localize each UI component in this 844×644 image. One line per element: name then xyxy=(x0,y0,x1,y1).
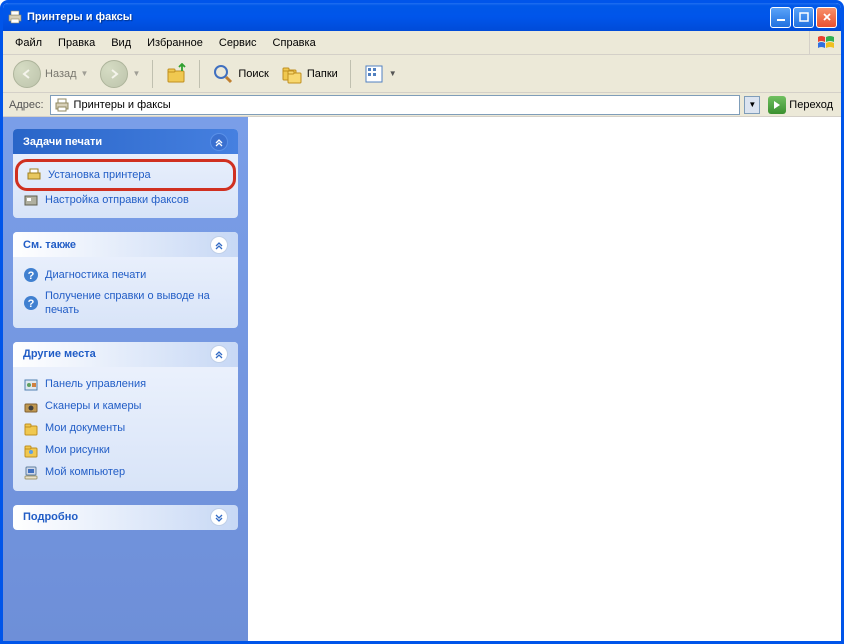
forward-arrow-icon xyxy=(100,60,128,88)
my-pictures-link[interactable]: Мои рисунки xyxy=(23,443,228,459)
toolbar: Назад ▼ ▼ Поиск Папки ▼ xyxy=(3,55,841,93)
chevron-down-icon: ▼ xyxy=(81,69,89,78)
back-button[interactable]: Назад ▼ xyxy=(9,58,92,90)
forward-button[interactable]: ▼ xyxy=(96,58,144,90)
pictures-icon xyxy=(23,443,39,459)
link-label: Сканеры и камеры xyxy=(45,399,141,413)
window-title: Принтеры и факсы xyxy=(27,11,770,23)
tasks-sidepanel: Задачи печати Установка принтера Настрой… xyxy=(3,117,248,641)
collapse-icon xyxy=(210,133,228,151)
link-label: Настройка отправки факсов xyxy=(45,193,189,207)
expand-icon xyxy=(210,508,228,526)
printer-icon xyxy=(54,97,70,113)
fax-setup-link[interactable]: Настройка отправки факсов xyxy=(23,192,228,208)
content-area: Задачи печати Установка принтера Настрой… xyxy=(3,117,841,641)
print-tasks-header[interactable]: Задачи печати xyxy=(13,129,238,154)
address-dropdown-button[interactable]: ▼ xyxy=(744,96,760,114)
address-text: Принтеры и факсы xyxy=(74,99,737,111)
search-icon xyxy=(212,63,234,85)
printer-add-icon xyxy=(26,167,42,183)
go-button[interactable]: Переход xyxy=(764,95,837,115)
menu-edit[interactable]: Правка xyxy=(50,34,103,52)
chevron-down-icon: ▼ xyxy=(132,69,140,78)
window-buttons xyxy=(770,7,837,28)
add-printer-link[interactable]: Установка принтера xyxy=(15,159,236,191)
link-label: Диагностика печати xyxy=(45,268,146,282)
maximize-button[interactable] xyxy=(793,7,814,28)
menu-file[interactable]: Файл xyxy=(7,34,50,52)
addressbar: Адрес: Принтеры и факсы ▼ Переход xyxy=(3,93,841,117)
folder-icon xyxy=(23,421,39,437)
chevron-down-icon: ▼ xyxy=(389,69,397,78)
computer-icon xyxy=(23,465,39,481)
menubar: Файл Правка Вид Избранное Сервис Справка xyxy=(3,31,841,55)
see-also-header[interactable]: См. также xyxy=(13,232,238,257)
close-button[interactable] xyxy=(816,7,837,28)
folders-icon xyxy=(281,63,303,85)
menu-help[interactable]: Справка xyxy=(265,34,324,52)
search-button[interactable]: Поиск xyxy=(208,61,272,87)
panel-body: Панель управления Сканеры и камеры Мои д… xyxy=(13,367,238,491)
go-label: Переход xyxy=(789,99,833,111)
link-label: Панель управления xyxy=(45,377,146,391)
panel-body: Установка принтера Настройка отправки фа… xyxy=(13,154,238,218)
folders-label: Папки xyxy=(307,68,338,80)
views-button[interactable]: ▼ xyxy=(359,61,401,87)
titlebar[interactable]: Принтеры и факсы xyxy=(3,3,841,31)
link-label: Установка принтера xyxy=(48,168,151,182)
menu-tools[interactable]: Сервис xyxy=(211,34,265,52)
main-content-area[interactable] xyxy=(248,117,841,641)
link-label: Мои рисунки xyxy=(45,443,110,457)
troubleshoot-link[interactable]: ? Диагностика печати xyxy=(23,267,228,283)
folder-up-icon xyxy=(165,63,187,85)
up-button[interactable] xyxy=(161,61,191,87)
windows-logo-icon xyxy=(809,31,841,55)
address-input[interactable]: Принтеры и факсы xyxy=(50,95,741,115)
svg-text:?: ? xyxy=(28,298,35,310)
see-also-panel: См. также ? Диагностика печати ? Получен… xyxy=(13,232,238,328)
panel-title: Подробно xyxy=(23,511,210,523)
get-help-link[interactable]: ? Получение справки о выводе на печать xyxy=(23,289,228,318)
menu-favorites[interactable]: Избранное xyxy=(139,34,211,52)
svg-text:?: ? xyxy=(28,270,35,282)
collapse-icon xyxy=(210,236,228,254)
print-tasks-panel: Задачи печати Установка принтера Настрой… xyxy=(13,129,238,218)
scanners-cameras-link[interactable]: Сканеры и камеры xyxy=(23,399,228,415)
separator xyxy=(152,60,153,88)
other-places-header[interactable]: Другие места xyxy=(13,342,238,367)
minimize-button[interactable] xyxy=(770,7,791,28)
address-label: Адрес: xyxy=(7,99,46,111)
menu-view[interactable]: Вид xyxy=(103,34,139,52)
help-icon: ? xyxy=(23,295,39,311)
other-places-panel: Другие места Панель управления Сканеры и… xyxy=(13,342,238,491)
collapse-icon xyxy=(210,345,228,363)
control-panel-link[interactable]: Панель управления xyxy=(23,377,228,393)
fax-icon xyxy=(23,192,39,208)
link-label: Получение справки о выводе на печать xyxy=(45,289,228,318)
separator xyxy=(350,60,351,88)
folders-button[interactable]: Папки xyxy=(277,61,342,87)
details-panel: Подробно xyxy=(13,505,238,530)
link-label: Мой компьютер xyxy=(45,465,125,479)
explorer-window: Принтеры и факсы Файл Правка Вид Избранн… xyxy=(0,0,844,644)
panel-body: ? Диагностика печати ? Получение справки… xyxy=(13,257,238,328)
search-label: Поиск xyxy=(238,68,268,80)
back-arrow-icon xyxy=(13,60,41,88)
go-arrow-icon xyxy=(768,96,786,114)
panel-title: Задачи печати xyxy=(23,136,210,148)
separator xyxy=(199,60,200,88)
camera-icon xyxy=(23,399,39,415)
panel-title: Другие места xyxy=(23,348,210,360)
my-computer-link[interactable]: Мой компьютер xyxy=(23,465,228,481)
help-icon: ? xyxy=(23,267,39,283)
back-label: Назад xyxy=(45,68,77,80)
link-label: Мои документы xyxy=(45,421,125,435)
my-documents-link[interactable]: Мои документы xyxy=(23,421,228,437)
printer-icon xyxy=(7,9,23,25)
panel-title: См. также xyxy=(23,239,210,251)
details-header[interactable]: Подробно xyxy=(13,505,238,530)
control-panel-icon xyxy=(23,377,39,393)
views-icon xyxy=(363,63,385,85)
